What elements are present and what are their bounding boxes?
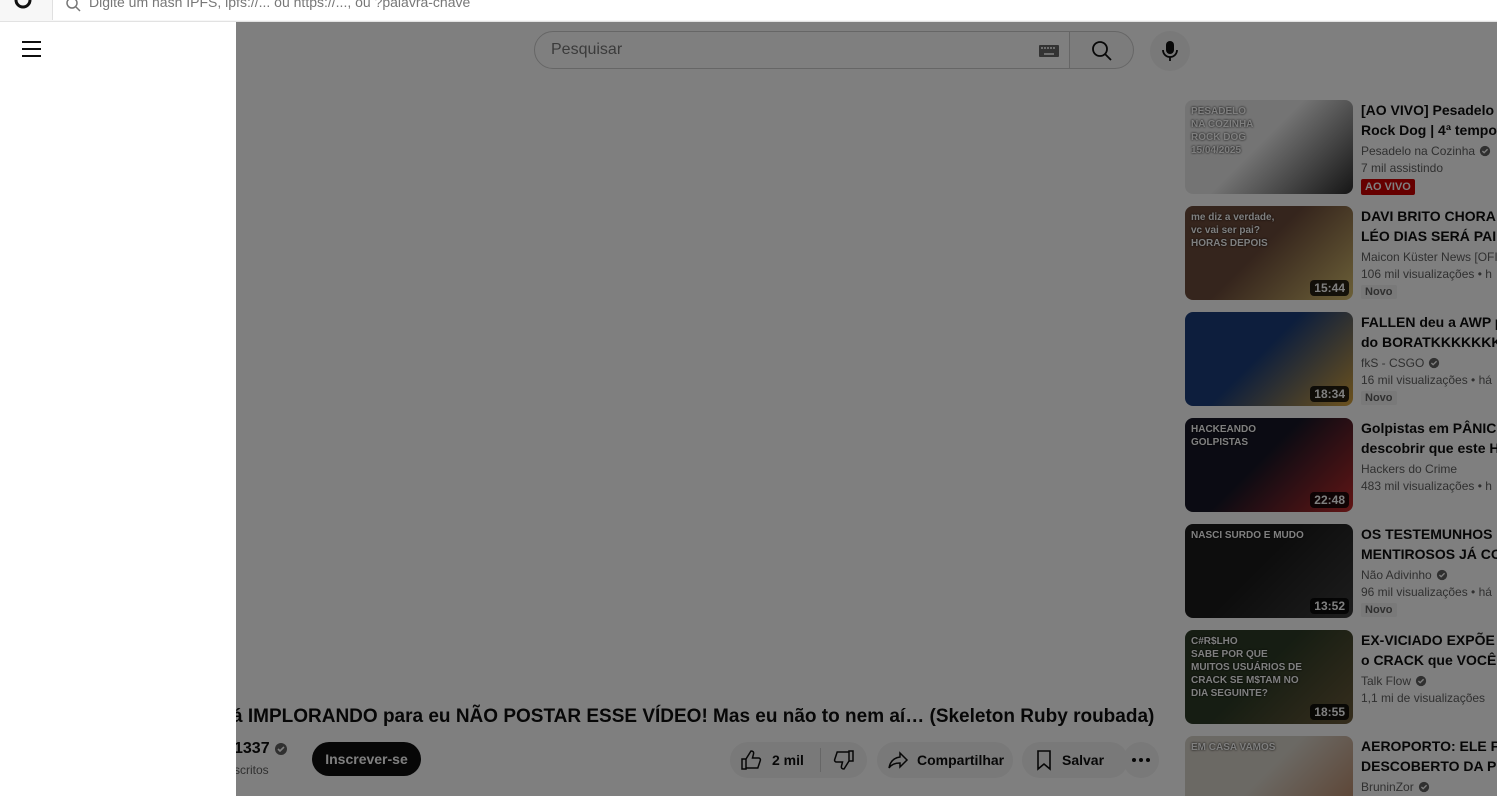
hamburger-icon-line (22, 48, 41, 50)
modal-backdrop[interactable] (236, 22, 1497, 796)
hamburger-icon-line (22, 55, 41, 57)
menu-button[interactable] (14, 31, 50, 67)
browser-logo-icon[interactable] (14, 0, 32, 9)
sidebar-drawer (0, 22, 236, 796)
hamburger-icon-line (22, 41, 41, 43)
search-icon (66, 0, 81, 12)
address-placeholder: Digite um hash IPFS, ipfs://... ou https… (89, 0, 471, 10)
address-bar[interactable]: Digite um hash IPFS, ipfs://... ou https… (52, 0, 1497, 20)
browser-toolbar: Digite um hash IPFS, ipfs://... ou https… (0, 0, 1497, 22)
